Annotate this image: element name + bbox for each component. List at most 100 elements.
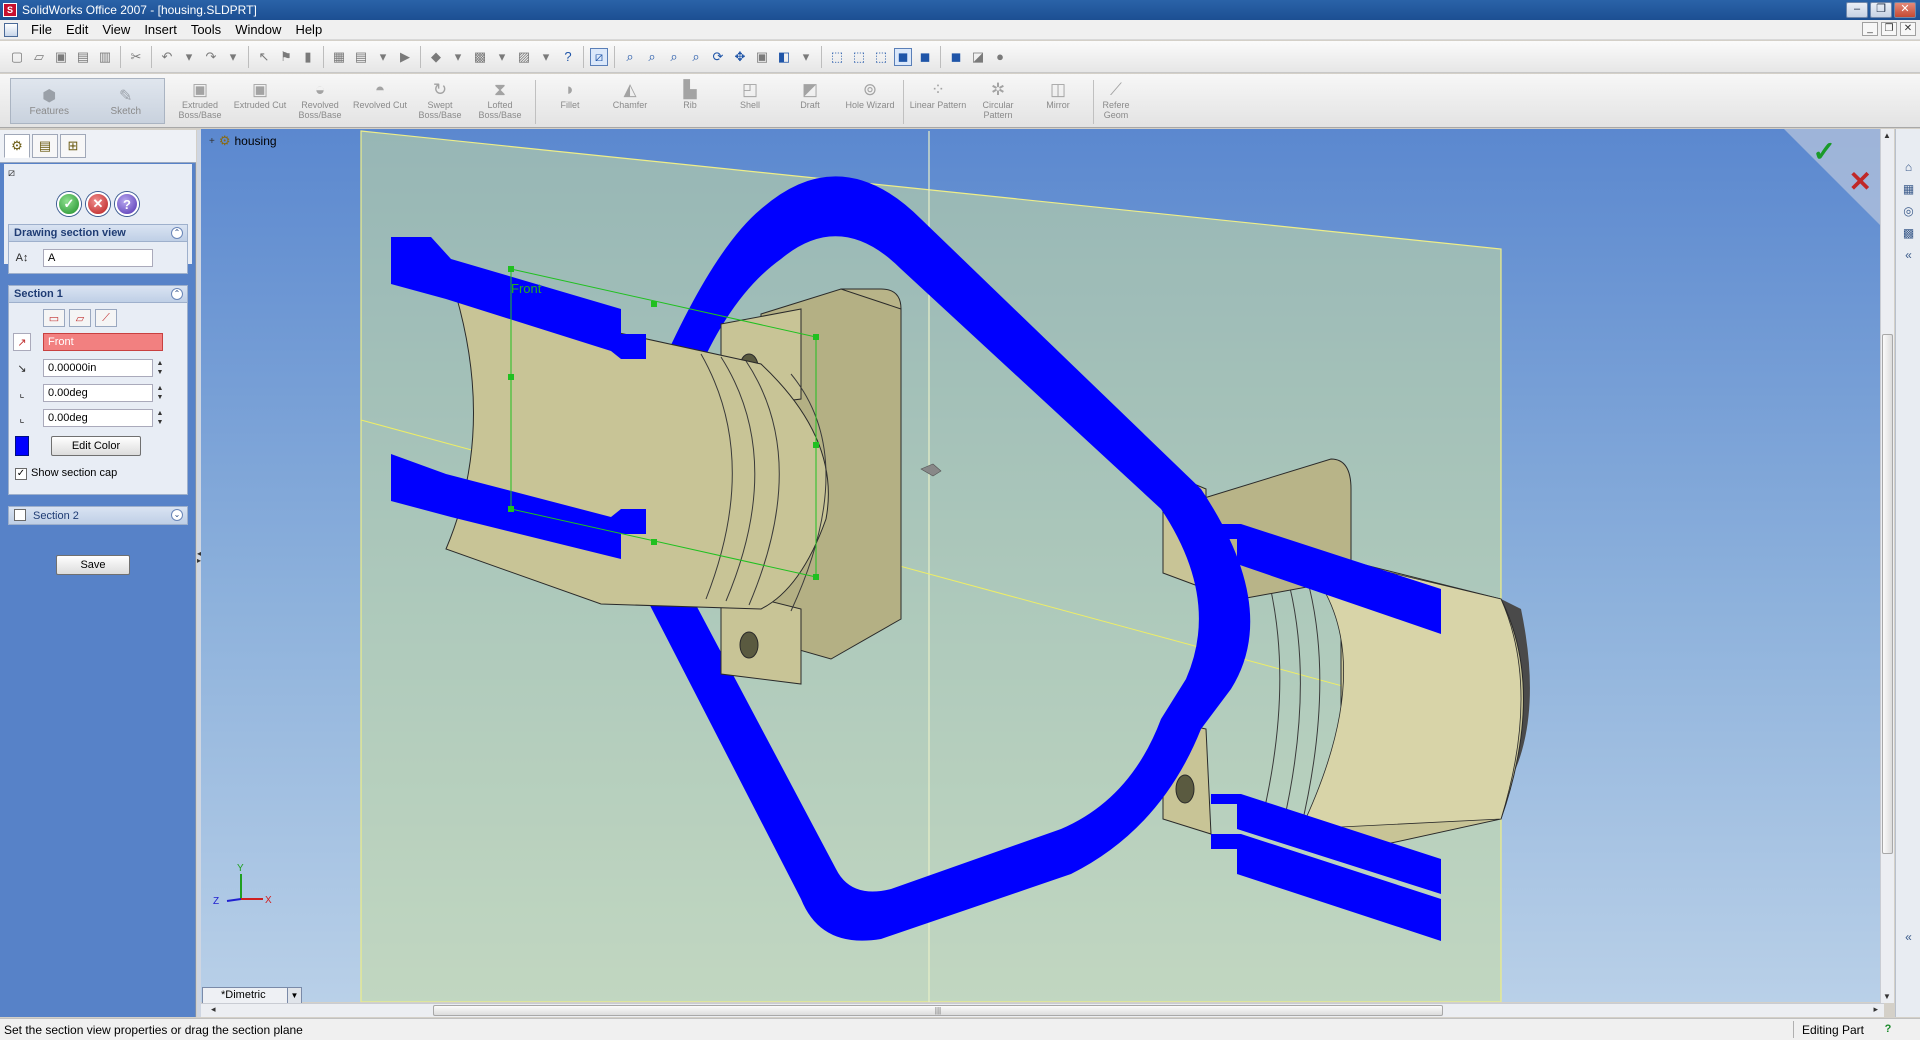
linear-pattern-button[interactable]: ⁘ Linear Pattern [908, 80, 968, 126]
previous-view-icon[interactable]: ▣ [753, 48, 771, 66]
model-canvas[interactable]: Front Y X Z [201, 129, 1884, 1002]
swept-boss-button[interactable]: ↻ Swept Boss/Base [410, 80, 470, 126]
design-library-icon[interactable]: ▦ [1900, 181, 1917, 198]
select-icon[interactable]: ↖ [255, 48, 273, 66]
options-dropdown-icon[interactable]: ▾ [374, 48, 392, 66]
view-orientation-dropdown-icon[interactable]: ▾ [797, 48, 815, 66]
property-manager-tab-icon[interactable]: ▤ [32, 134, 58, 158]
collapse-up-icon[interactable]: ⌃ [171, 288, 183, 300]
collapse-task-pane-icon[interactable]: « [1900, 247, 1917, 264]
expand-down-icon[interactable]: ⌄ [171, 509, 183, 521]
scroll-right-icon[interactable]: ▸ [1873, 1004, 1878, 1015]
restore-icon[interactable]: ❐ [1870, 2, 1892, 18]
redo-dropdown-icon[interactable]: ▾ [224, 48, 242, 66]
circular-pattern-button[interactable]: ✲ Circular Pattern [968, 80, 1028, 126]
scroll-up-icon[interactable]: ▲ [1883, 131, 1891, 140]
rotation-x-spinner[interactable]: ▲ ▼ [155, 384, 165, 402]
draft-button[interactable]: ◩ Draft [780, 80, 840, 126]
doc-restore-icon[interactable]: ❐ [1881, 22, 1897, 36]
hole-wizard-button[interactable]: ⊚ Hole Wizard [840, 80, 900, 126]
appearance-icon[interactable]: ▨ [515, 48, 533, 66]
shadows-icon[interactable]: ◼ [947, 48, 965, 66]
solidworks-logo-icon[interactable]: S [3, 3, 17, 17]
section2-checkbox[interactable] [14, 509, 26, 521]
section-plane-right-icon[interactable]: ⟋ [95, 309, 117, 327]
collapse-up-icon[interactable]: ⌃ [171, 227, 183, 239]
rotation-y-spinner[interactable]: ▲ ▼ [155, 409, 165, 427]
menu-file[interactable]: File [24, 22, 59, 37]
rotation-x-input[interactable]: 0.00deg [43, 384, 153, 402]
handle-point[interactable] [651, 301, 657, 307]
chamfer-button[interactable]: ◭ Chamfer [600, 80, 660, 126]
reference-geometry-button[interactable]: ⟋ Refere Geom [1098, 80, 1134, 126]
vertical-scroll-thumb[interactable] [1882, 334, 1893, 854]
section1-header[interactable]: Section 1 ⌃ [9, 286, 187, 303]
menu-insert[interactable]: Insert [137, 22, 184, 37]
print-icon[interactable]: ▤ [74, 48, 92, 66]
save-button[interactable]: Save [56, 555, 130, 575]
redo-icon[interactable]: ↷ [202, 48, 220, 66]
section-name-input[interactable]: A [43, 249, 153, 267]
doc-close-icon[interactable]: ✕ [1900, 22, 1916, 36]
feature-manager-tab-icon[interactable]: ⚙ [4, 134, 30, 158]
handle-point[interactable] [813, 442, 819, 448]
zoom-to-selection-icon[interactable]: ⌕ [687, 48, 705, 66]
rebuild-icon[interactable]: ⚑ [277, 48, 295, 66]
rotate-view-icon[interactable]: ⟳ [709, 48, 727, 66]
new-icon[interactable]: ▢ [8, 48, 26, 66]
expand-task-pane-icon[interactable]: « [1900, 929, 1917, 946]
reference-plane-field[interactable]: Front [43, 333, 163, 351]
options-icon[interactable]: ▤ [352, 48, 370, 66]
status-help-icon[interactable]: ? [1880, 1021, 1896, 1037]
lights-dropdown-icon[interactable]: ▾ [493, 48, 511, 66]
view-orientation-icon[interactable]: ◧ [775, 48, 793, 66]
horizontal-scroll-thumb[interactable]: ||| [433, 1005, 1443, 1016]
edit-color-button[interactable]: Edit Color [51, 436, 141, 456]
save-icon[interactable]: ▣ [52, 48, 70, 66]
resources-home-icon[interactable]: ⌂ [1900, 159, 1917, 176]
show-section-cap-checkbox[interactable]: ✓ [15, 468, 27, 480]
tab-features[interactable]: ⬢ Features [11, 79, 88, 123]
file-explorer-icon[interactable]: ◎ [1900, 203, 1917, 220]
handle-point[interactable] [508, 374, 514, 380]
mirror-button[interactable]: ◫ Mirror [1028, 80, 1088, 126]
cut-icon[interactable]: ✂ [127, 48, 145, 66]
extruded-boss-button[interactable]: ▣ Extruded Boss/Base [170, 80, 230, 126]
tab-sketch[interactable]: ✎ Sketch [88, 79, 165, 123]
display-style-dropdown-icon[interactable]: ▾ [449, 48, 467, 66]
zoom-to-area-icon[interactable]: ⌕ [643, 48, 661, 66]
scroll-down-icon[interactable]: ▼ [1883, 992, 1891, 1001]
expand-plus-icon[interactable]: + [209, 136, 215, 147]
rib-button[interactable]: ▙ Rib [660, 80, 720, 126]
dropdown-arrow-icon[interactable]: ▼ [287, 988, 301, 1003]
offset-distance-input[interactable]: 0.00000in [43, 359, 153, 377]
fillet-button[interactable]: ◗ Fillet [540, 80, 600, 126]
offset-spinner[interactable]: ▲ ▼ [155, 359, 165, 377]
reverse-direction-icon[interactable]: ↗ [13, 333, 31, 351]
wireframe-icon[interactable]: ⬚ [828, 48, 846, 66]
realview-icon[interactable]: ● [991, 48, 1009, 66]
configuration-manager-tab-icon[interactable]: ⊞ [60, 134, 86, 158]
menu-tools[interactable]: Tools [184, 22, 228, 37]
lights-icon[interactable]: ▩ [471, 48, 489, 66]
confirm-cancel-icon[interactable]: ✕ [1849, 165, 1872, 198]
section-plane-top-icon[interactable]: ▱ [69, 309, 91, 327]
zoom-to-fit-icon[interactable]: ⌕ [621, 48, 639, 66]
section-plane-front-icon[interactable]: ▭ [43, 309, 65, 327]
ok-button[interactable]: ✓ [57, 192, 81, 216]
hidden-lines-visible-icon[interactable]: ⬚ [850, 48, 868, 66]
edit-icon[interactable]: ▮ [299, 48, 317, 66]
display-style-icon[interactable]: ◆ [427, 48, 445, 66]
handle-point[interactable] [508, 266, 514, 272]
grid-icon[interactable]: ▦ [330, 48, 348, 66]
handle-point[interactable] [651, 539, 657, 545]
cancel-button[interactable]: ✕ [86, 192, 110, 216]
section2-header[interactable]: Section 2 ⌄ [9, 507, 187, 524]
handle-point[interactable] [813, 574, 819, 580]
appearance-dropdown-icon[interactable]: ▾ [537, 48, 555, 66]
revolved-cut-button[interactable]: ◓ Revolved Cut [350, 80, 410, 126]
confirm-ok-icon[interactable]: ✓ [1813, 135, 1836, 168]
pan-icon[interactable]: ✥ [731, 48, 749, 66]
horizontal-scrollbar[interactable]: ◂ ||| ▸ [201, 1003, 1884, 1017]
section-view-toolbar-icon[interactable]: ⧄ [590, 47, 608, 66]
